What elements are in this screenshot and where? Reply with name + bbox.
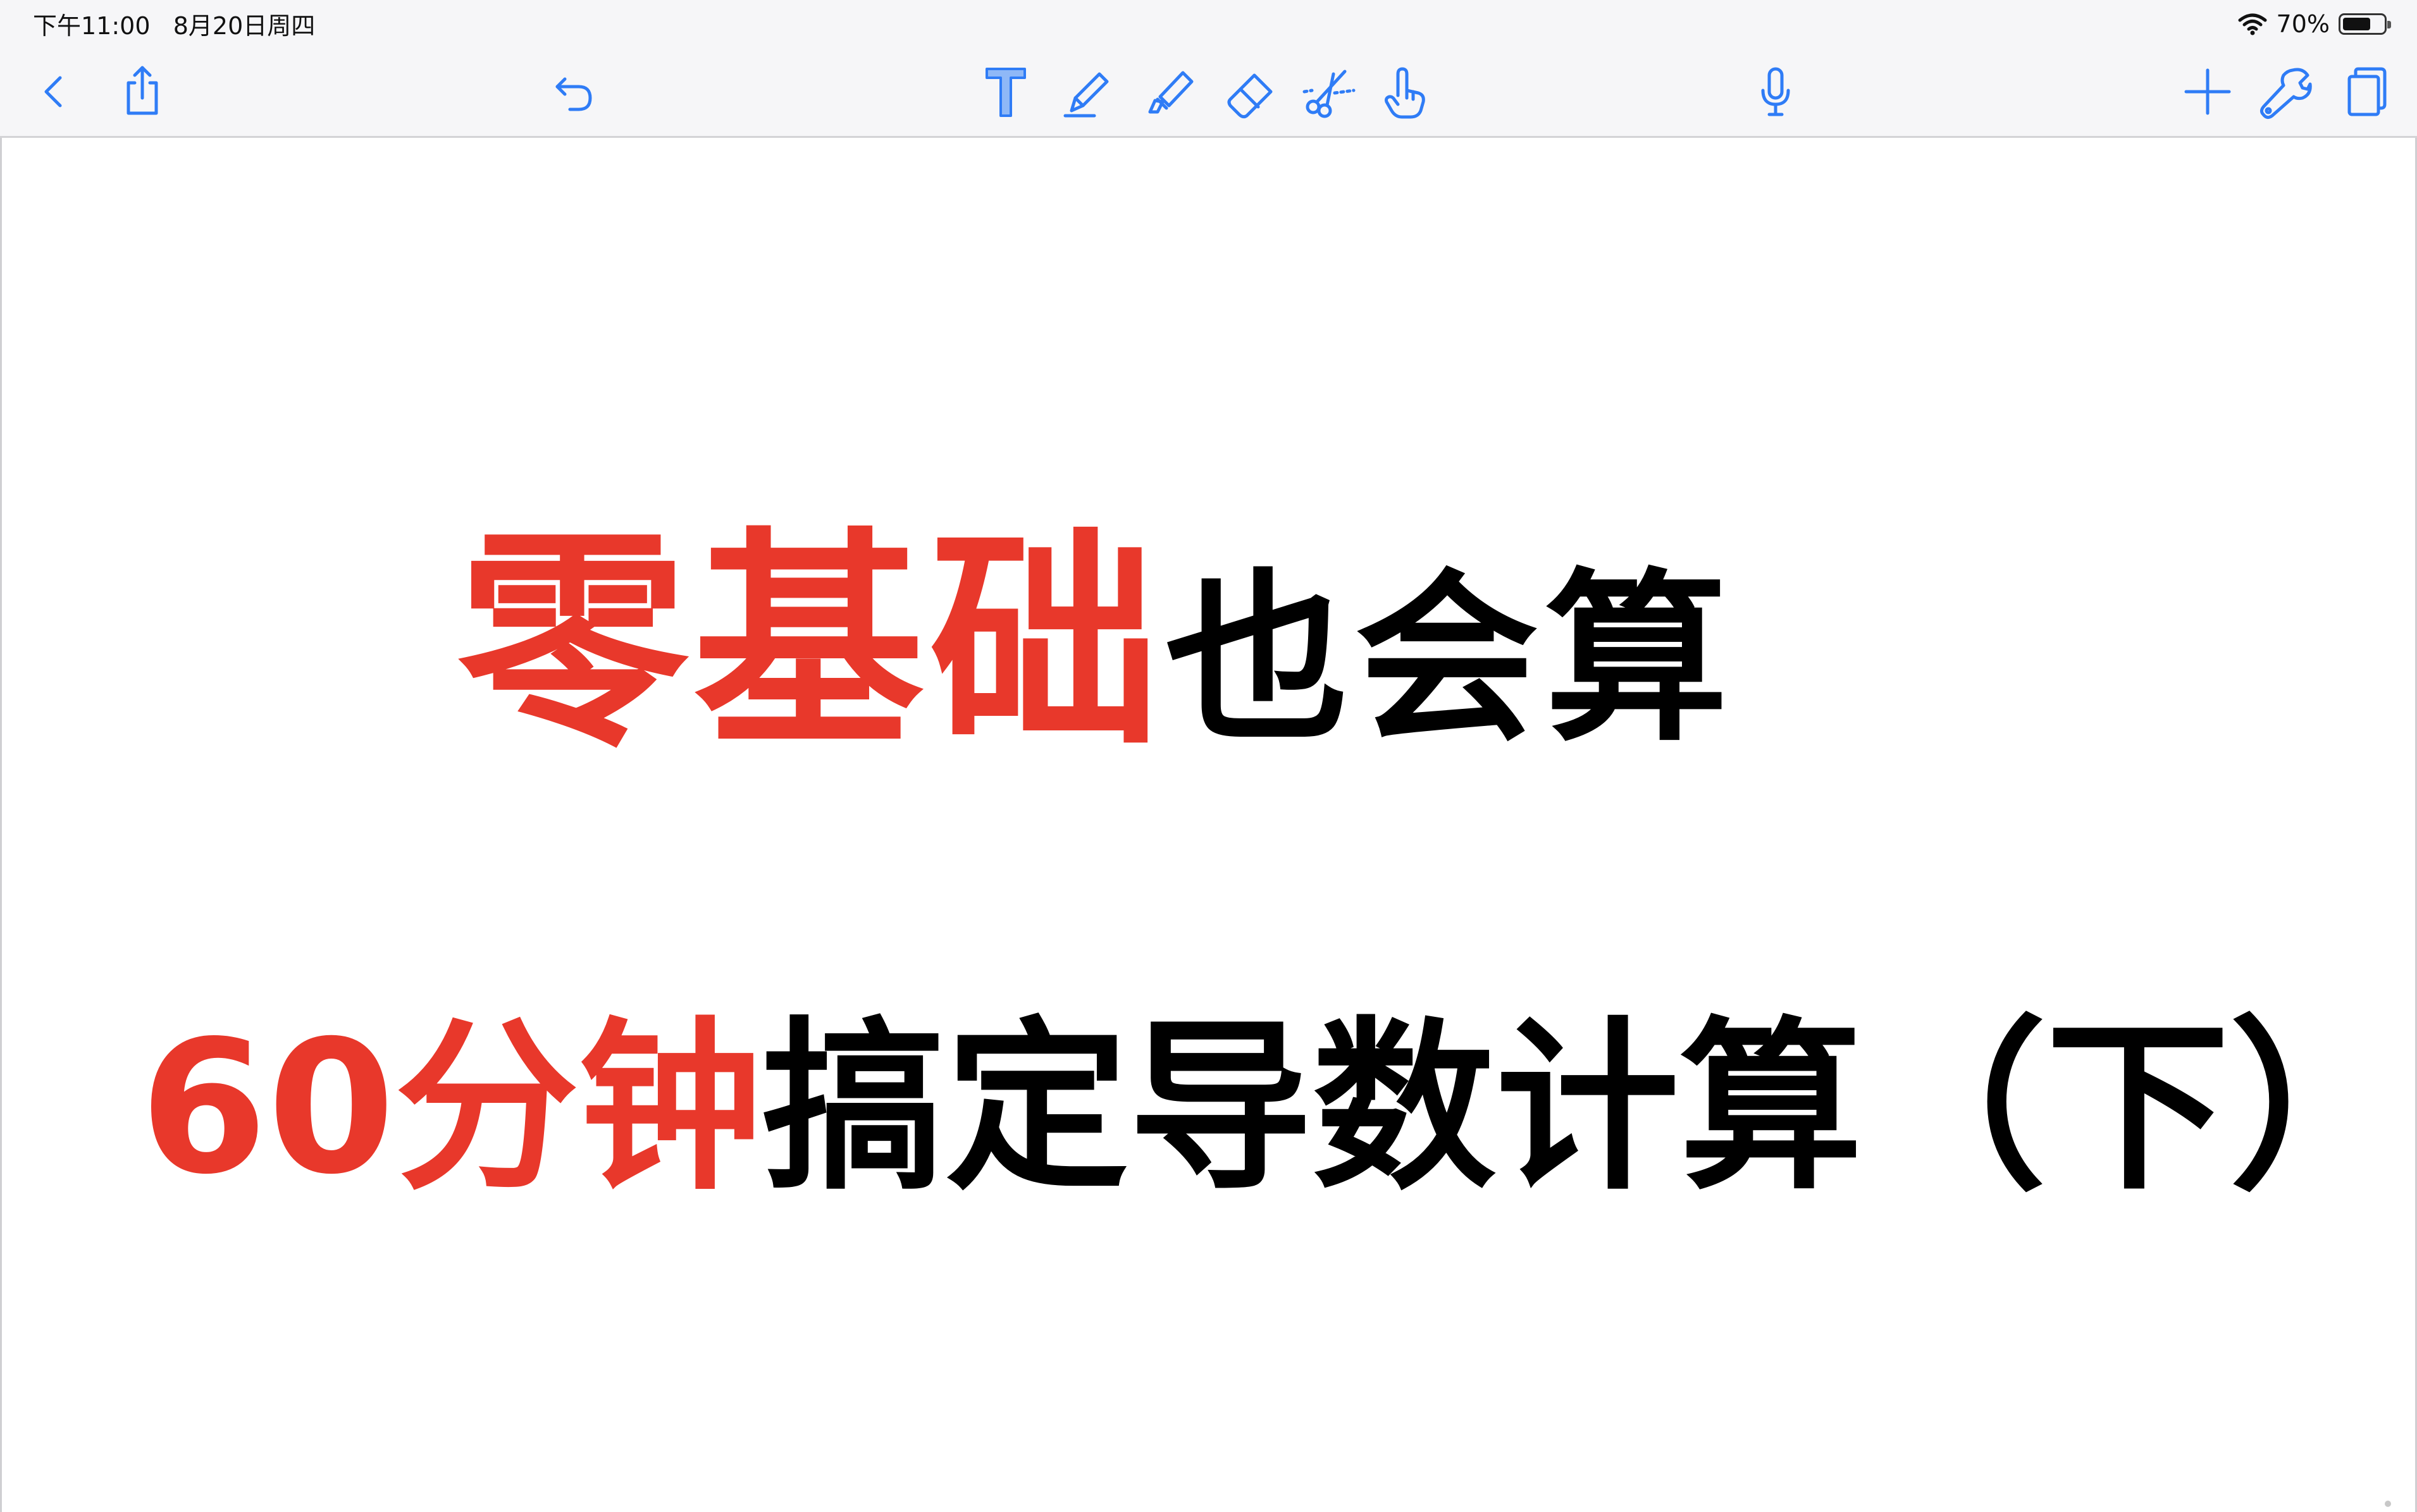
toolbar <box>0 46 2417 138</box>
eraser-tool-icon <box>1227 73 1273 119</box>
battery-icon <box>2339 13 2391 35</box>
title-line-1: 零基础也会算 <box>457 528 1734 759</box>
app-screen: 下午11:00 8月20日周四 70% 零基础也会算 60分钟搞定导数计算（下） <box>0 0 2417 1512</box>
document-canvas[interactable]: 零基础也会算 60分钟搞定导数计算（下） <box>0 138 2417 1512</box>
microphone-button[interactable] <box>1741 57 1810 126</box>
undo-button[interactable] <box>539 57 609 126</box>
highlighter-tool-icon <box>1148 71 1194 114</box>
top-chrome: 下午11:00 8月20日周四 70% <box>0 0 2417 138</box>
share-icon <box>127 66 158 115</box>
title-line-1-red: 零基础 <box>457 509 1165 778</box>
add-icon <box>2184 68 2231 115</box>
highlighter-tool-button[interactable] <box>1135 57 1205 126</box>
scissors-tool-icon <box>1302 70 1356 118</box>
title-line-2-black: 搞定导数计算（下） <box>762 1002 2413 1215</box>
pen-tool-icon <box>1063 72 1109 118</box>
undo-icon <box>555 77 592 111</box>
status-bar: 下午11:00 8月20日周四 70% <box>0 0 2417 46</box>
status-indicators: 70% <box>2237 6 2391 42</box>
eraser-tool-button[interactable] <box>1215 57 1284 126</box>
hand-pointer-icon <box>1385 67 1425 119</box>
battery-fill <box>2343 18 2371 30</box>
title-line-1-black: 也会算 <box>1165 553 1734 766</box>
add-button[interactable] <box>2173 57 2242 126</box>
back-button[interactable] <box>19 57 89 126</box>
share-button[interactable] <box>108 57 177 126</box>
settings-button[interactable] <box>2250 57 2320 126</box>
microphone-icon <box>1761 67 1790 116</box>
scissors-tool-button[interactable] <box>1294 57 1363 126</box>
battery-percent: 70% <box>2276 10 2330 38</box>
pages-icon <box>2347 67 2387 116</box>
title-line-2-red: 60分钟 <box>140 1002 762 1215</box>
pages-button[interactable] <box>2330 57 2399 126</box>
back-icon <box>44 76 62 108</box>
text-tool-icon <box>986 68 1026 117</box>
wifi-icon <box>2238 13 2267 35</box>
scroll-indicator <box>2385 1501 2391 1507</box>
wrench-icon <box>2259 68 2312 120</box>
title-line-2: 60分钟搞定导数计算（下） <box>140 1017 2413 1200</box>
hand-tool-button[interactable] <box>1369 57 1439 126</box>
status-time-date: 下午11:00 8月20日周四 <box>33 12 316 40</box>
pen-tool-button[interactable] <box>1053 57 1123 126</box>
text-tool-button[interactable] <box>971 57 1041 126</box>
battery-cap <box>2387 21 2391 28</box>
